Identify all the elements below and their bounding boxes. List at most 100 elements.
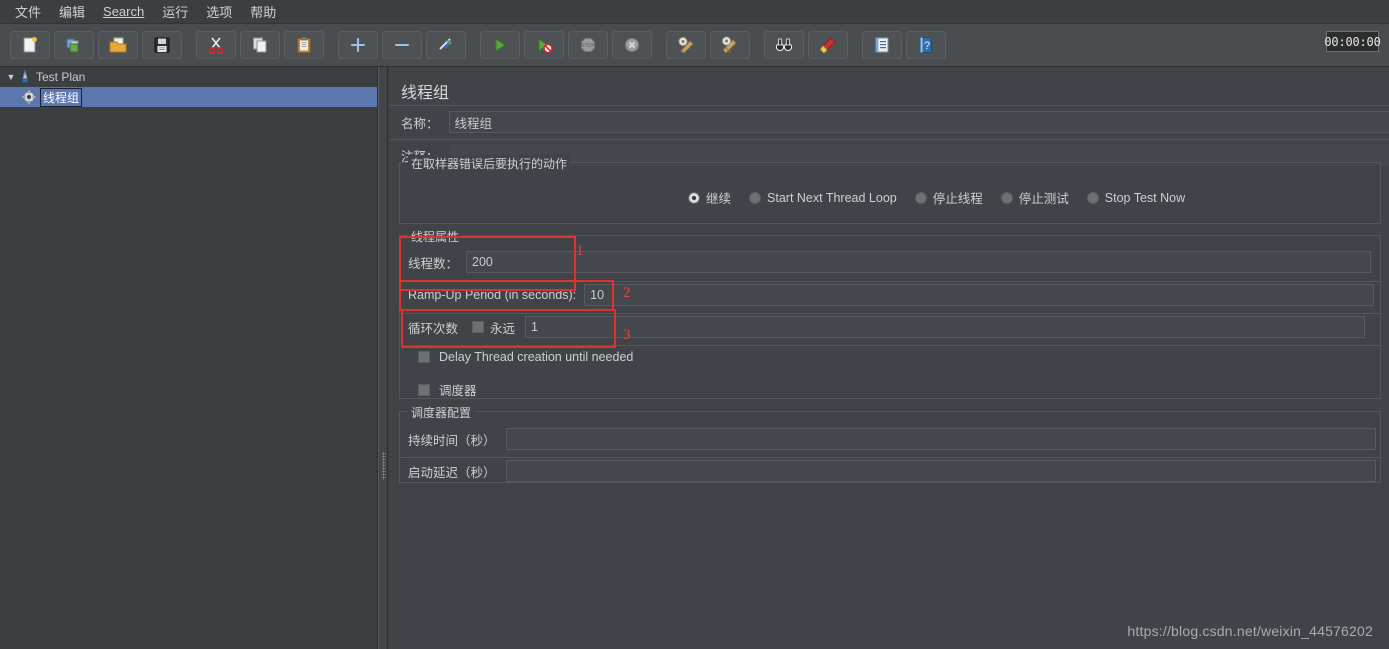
save-button[interactable] [142, 31, 182, 59]
thread-group-editor: 线程组 名称： 注释： 在取样器错误后要执行的动作 继续 Start Next [389, 67, 1389, 649]
delay-thread-creation-row[interactable]: Delay Thread creation until needed [418, 350, 633, 364]
stop-button[interactable]: STOP [568, 31, 608, 59]
menu-edit[interactable]: 编辑 [50, 0, 94, 23]
loop-count-input[interactable] [525, 316, 1366, 338]
expand-all-button[interactable] [338, 31, 378, 59]
minus-icon [394, 43, 410, 47]
shutdown-button[interactable] [612, 31, 652, 59]
reset-search-button[interactable] [808, 31, 848, 59]
annotation-number-1: 1 [576, 243, 584, 259]
tree-node-thread-group-label: 线程组 [40, 87, 83, 107]
page-title: 线程组 [401, 85, 450, 102]
paste-clipboard-icon [297, 37, 311, 53]
copy-button[interactable] [240, 31, 280, 59]
cut-scissors-icon [208, 37, 224, 54]
radio-start-next-thread-loop-dot[interactable] [749, 191, 762, 204]
thread-count-label: 线程数： [408, 256, 459, 271]
toolbar-group-file [8, 31, 184, 59]
search-button[interactable] [764, 31, 804, 59]
menu-search[interactable]: Search [94, 2, 153, 21]
paste-button[interactable] [284, 31, 324, 59]
scheduler-config-title: 调度器配置 [408, 404, 475, 421]
delay-thread-creation-label: Delay Thread creation until needed [439, 350, 634, 364]
new-button[interactable] [10, 31, 50, 59]
stop-icon: STOP [581, 38, 595, 52]
elapsed-timer: 00:00:00 [1324, 31, 1381, 52]
radio-continue[interactable]: 继续 [688, 188, 731, 207]
duration-divider [401, 457, 1381, 458]
cut-button[interactable] [196, 31, 236, 59]
toggle-button[interactable] [426, 31, 466, 59]
toolbar-group-search [762, 31, 850, 59]
start-no-pauses-button[interactable] [524, 31, 564, 59]
toggle-icon [439, 38, 452, 50]
menu-edit-label: 编辑 [59, 5, 86, 20]
new-icon [23, 37, 37, 53]
menu-file-label: 文件 [15, 5, 42, 20]
radio-stop-test-dot[interactable] [1000, 191, 1013, 204]
forever-label: 永远 [490, 321, 516, 336]
menu-file[interactable]: 文件 [6, 0, 50, 23]
sampler-error-action-radios: 继续 Start Next Thread Loop 停止线程 停止测试 Stop… [688, 188, 1203, 207]
scheduler-label: 调度器 [439, 384, 477, 398]
open-folder-icon [109, 37, 127, 53]
svg-text:?: ? [924, 40, 930, 52]
radio-stop-test[interactable]: 停止测试 [1000, 188, 1069, 207]
save-icon [154, 37, 170, 53]
thread-count-input[interactable] [466, 251, 1372, 273]
loop-count-divider [401, 345, 1381, 346]
templates-icon [66, 38, 79, 53]
radio-continue-dot[interactable] [688, 191, 700, 204]
radio-start-next-thread-loop[interactable]: Start Next Thread Loop [749, 191, 897, 205]
scheduler-toggle-row[interactable]: 调度器 [418, 380, 477, 399]
rampup-input[interactable] [584, 284, 1375, 306]
radio-start-next-thread-loop-label: Start Next Thread Loop [767, 190, 897, 205]
name-input[interactable] [448, 111, 1389, 133]
annotation-number-2: 2 [623, 285, 631, 301]
menu-run-label: 运行 [162, 5, 189, 20]
startup-delay-input[interactable] [505, 460, 1376, 482]
forever-checkbox[interactable] [472, 321, 485, 333]
toolbar-group-clear [664, 31, 752, 59]
thread-group-gear-icon [22, 90, 36, 104]
tree-node-test-plan[interactable]: ▼ Test Plan [0, 67, 377, 87]
panel-splitter[interactable] [378, 67, 388, 649]
menu-run[interactable]: 运行 [153, 0, 197, 23]
collapse-all-button[interactable] [382, 31, 422, 59]
clear-button[interactable] [666, 31, 706, 59]
function-helper-icon [875, 37, 889, 53]
thread-count-row: 线程数： [408, 250, 1372, 274]
radio-stop-thread[interactable]: 停止线程 [914, 188, 983, 207]
thread-properties-group: 线程属性 线程数： Ramp-Up Period (in seconds): 循… [399, 228, 1381, 399]
tree-node-test-plan-label: Test Plan [36, 70, 86, 84]
svg-text:STOP: STOP [581, 43, 595, 49]
templates-button[interactable] [54, 31, 94, 59]
menu-help[interactable]: 帮助 [241, 0, 285, 23]
plus-icon [350, 37, 366, 53]
menu-search-label: Search [103, 4, 145, 19]
test-plan-icon [21, 70, 29, 83]
duration-input[interactable] [505, 428, 1376, 450]
clear-all-button[interactable] [710, 31, 750, 59]
tree-node-thread-group[interactable]: 线程组 [0, 87, 377, 107]
radio-stop-test-now-dot[interactable] [1086, 191, 1099, 204]
test-plan-tree[interactable]: ▼ Test Plan 线程组 [0, 67, 378, 649]
start-button[interactable] [480, 31, 520, 59]
function-helper-button[interactable] [862, 31, 902, 59]
toolbar-group-edit [194, 31, 326, 59]
radio-stop-test-now[interactable]: Stop Test Now [1086, 191, 1185, 205]
open-button[interactable] [98, 31, 138, 59]
scheduler-checkbox[interactable] [418, 383, 430, 396]
menu-options[interactable]: 选项 [197, 0, 241, 23]
help-icon: ? [920, 37, 932, 53]
toolbar: STOP ? 00:00:00 [0, 24, 1389, 67]
thread-count-divider [401, 281, 1381, 282]
chevron-down-icon[interactable]: ▼ [4, 72, 18, 82]
delay-thread-creation-checkbox[interactable] [418, 351, 430, 363]
shutdown-icon [624, 37, 640, 53]
radio-stop-thread-label: 停止线程 [932, 192, 983, 206]
help-button[interactable]: ? [906, 31, 946, 59]
radio-stop-thread-dot[interactable] [914, 191, 927, 204]
scheduler-config-group: 调度器配置 持续时间（秒） 启动延迟（秒） [399, 404, 1381, 483]
splitter-grip-icon[interactable] [382, 452, 386, 480]
